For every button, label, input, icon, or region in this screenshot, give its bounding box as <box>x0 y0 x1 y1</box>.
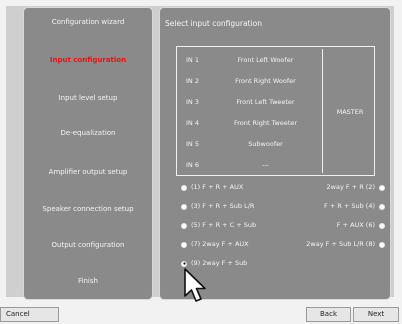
table-divider <box>322 49 323 173</box>
sidebar-item-finish[interactable]: Finish <box>24 276 152 286</box>
main-panel: Select input configuration IN 1 Front Le… <box>159 7 391 300</box>
sidebar-item-amplifier-output-setup[interactable]: Amplifier output setup <box>24 167 152 177</box>
radio-button[interactable] <box>181 241 187 248</box>
sidebar-item-de-equalization[interactable]: De-equalization <box>24 128 152 138</box>
sidebar-item-output-configuration[interactable]: Output configuration <box>24 240 152 250</box>
option-label: (5) F + R + C + Sub <box>191 221 257 229</box>
option-2-radio[interactable]: 2way F + R (2) <box>327 183 385 192</box>
page-title: Select input configuration <box>165 19 262 28</box>
option-5-radio[interactable]: (5) F + R + C + Sub <box>181 221 256 230</box>
radio-button-selected[interactable] <box>181 260 187 267</box>
sidebar-item-input-configuration[interactable]: Input configuration <box>24 55 152 65</box>
master-label: MASTER <box>336 108 364 116</box>
option-9-radio[interactable]: (9) 2way F + Sub <box>181 259 247 268</box>
option-label: (3) F + R + Sub L/R <box>191 202 255 210</box>
radio-button[interactable] <box>181 222 187 229</box>
input-label: IN 5 <box>186 140 199 148</box>
radio-button[interactable] <box>379 203 385 210</box>
back-button[interactable]: Back <box>306 307 351 322</box>
option-1-radio[interactable]: (1) F + R + AUX <box>181 183 243 192</box>
option-8-radio[interactable]: 2way F + Sub L/R (8) <box>306 240 385 249</box>
input-label: IN 4 <box>186 119 199 127</box>
option-label: (9) 2way F + Sub <box>191 259 248 267</box>
radio-button[interactable] <box>379 184 385 191</box>
option-label: F + AUX (6) <box>336 221 375 229</box>
sidebar-item-speaker-connection-setup[interactable]: Speaker connection setup <box>24 204 152 214</box>
sidebar: Configuration wizard Input configuration… <box>23 7 153 300</box>
input-label: IN 3 <box>186 98 199 106</box>
radio-button[interactable] <box>181 184 187 191</box>
input-label: IN 6 <box>186 161 199 169</box>
option-label: (7) 2way F + AUX <box>191 240 249 248</box>
input-config-table: IN 1 Front Left Woofer IN 2 Front Right … <box>176 46 375 176</box>
sidebar-item-input-level-setup[interactable]: Input level setup <box>24 93 152 103</box>
option-label: 2way F + R (2) <box>326 183 375 191</box>
input-label: IN 2 <box>186 77 199 85</box>
input-channel-name: Front Left Tweeter <box>236 98 295 106</box>
sidebar-item-configuration-wizard[interactable]: Configuration wizard <box>24 17 152 27</box>
radio-button[interactable] <box>181 203 187 210</box>
input-channel-name: Subwoofer <box>248 140 283 148</box>
input-label: IN 1 <box>186 56 199 64</box>
option-3-radio[interactable]: (3) F + R + Sub L/R <box>181 202 254 211</box>
option-label: 2way F + Sub L/R (8) <box>306 240 375 248</box>
option-label: F + R + Sub (4) <box>323 202 375 210</box>
option-4-radio[interactable]: F + R + Sub (4) <box>324 202 385 211</box>
input-channel-name: Front Right Tweeter <box>233 119 298 127</box>
option-6-radio[interactable]: F + AUX (6) <box>337 221 385 230</box>
option-label: (1) F + R + AUX <box>191 183 244 191</box>
next-button[interactable]: Next <box>353 307 399 322</box>
radio-button[interactable] <box>379 241 385 248</box>
input-channel-name: Front Left Woofer <box>237 56 294 64</box>
option-7-radio[interactable]: (7) 2way F + AUX <box>181 240 249 249</box>
mouse-cursor-icon <box>184 268 206 302</box>
radio-button[interactable] <box>379 222 385 229</box>
input-channel-name: Front Right Woofer <box>235 77 296 85</box>
cancel-button[interactable]: Cancel <box>0 307 59 322</box>
input-channel-name: --- <box>261 161 270 169</box>
